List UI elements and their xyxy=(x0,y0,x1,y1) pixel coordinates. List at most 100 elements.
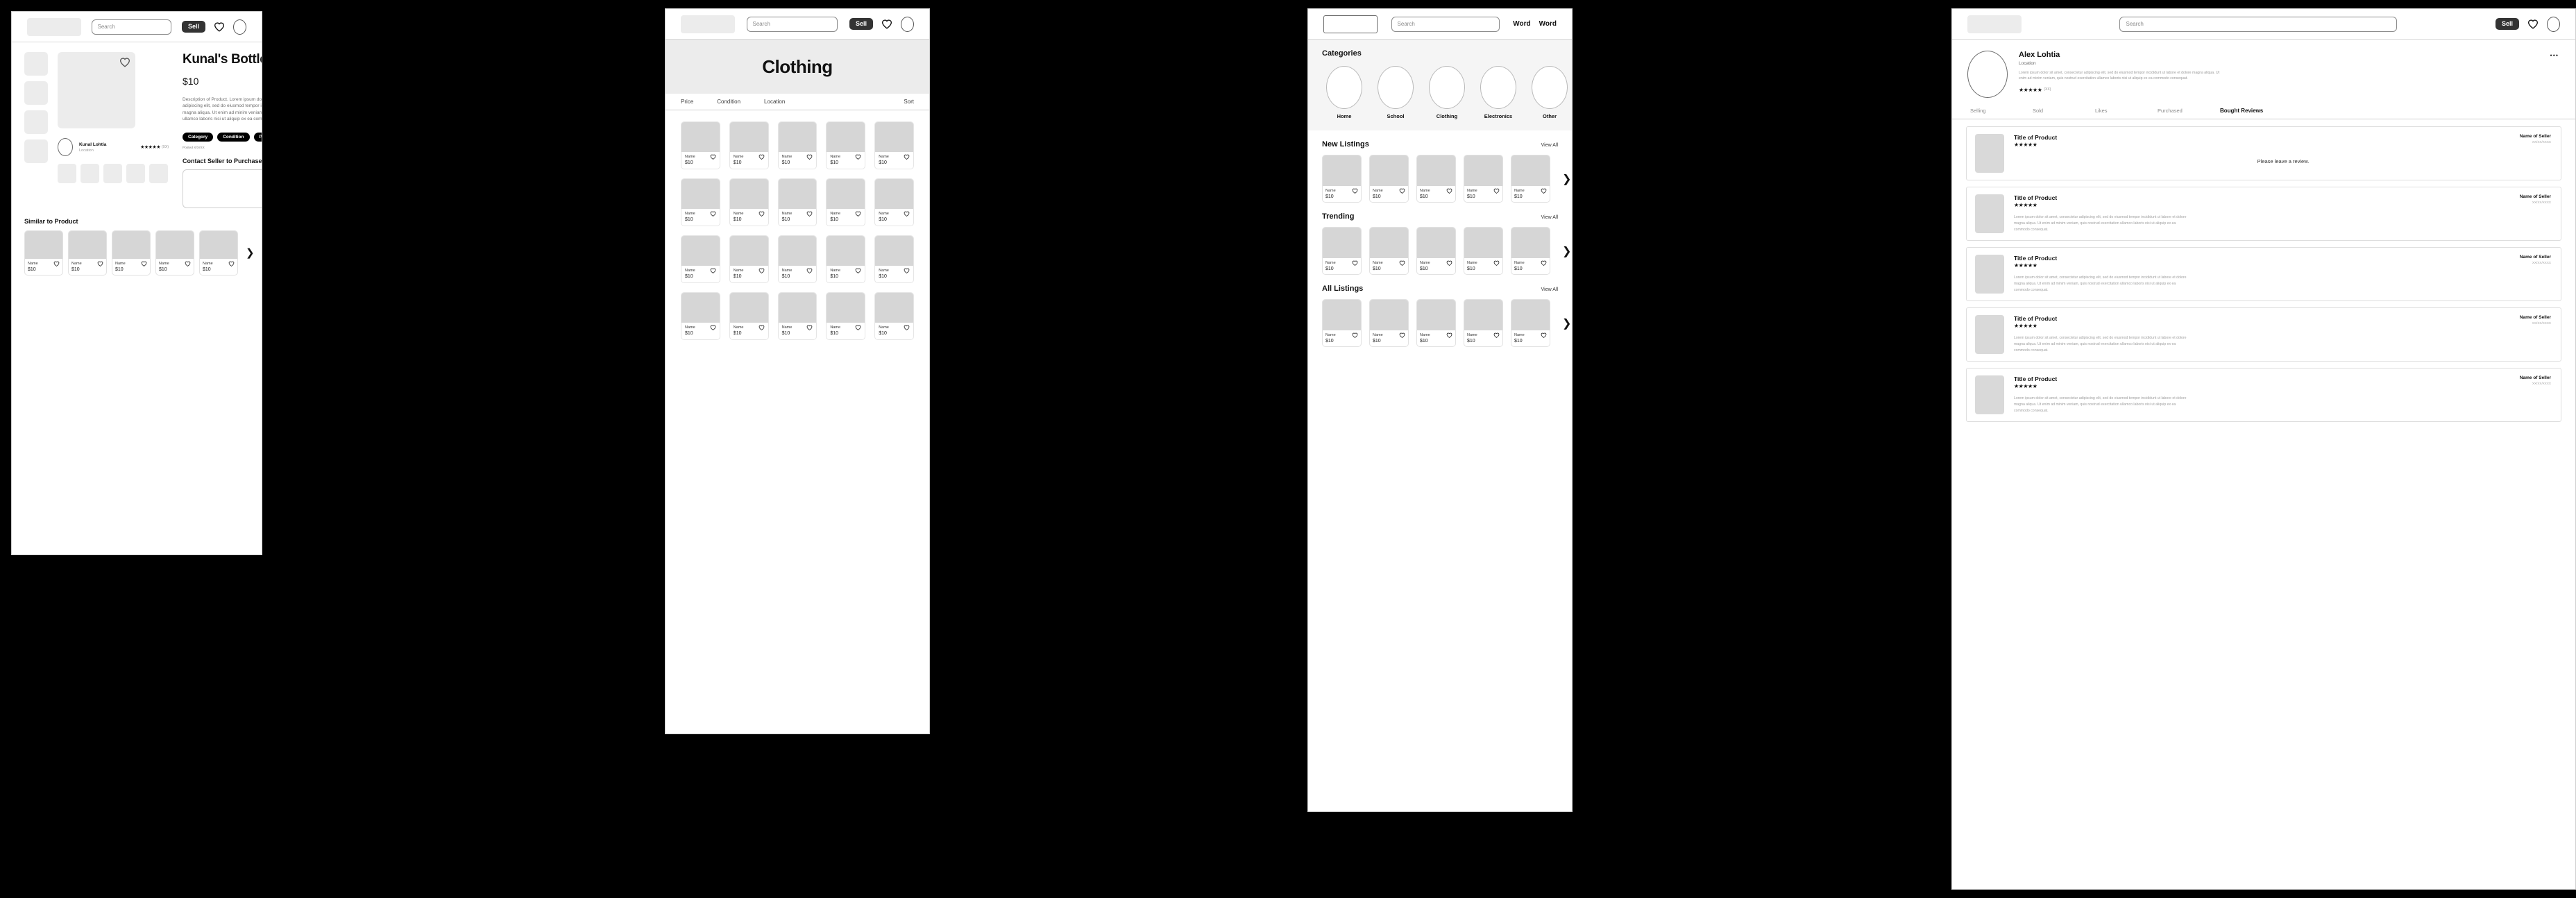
mini-listing[interactable] xyxy=(149,164,168,183)
category-item[interactable]: Clothing xyxy=(1429,66,1465,119)
listing-card[interactable]: Name $10 xyxy=(1511,155,1550,203)
heart-icon[interactable] xyxy=(710,211,716,217)
carousel-next-icon[interactable]: ❯ xyxy=(1562,244,1571,258)
chip-category[interactable]: Category xyxy=(183,132,214,142)
heart-icon[interactable] xyxy=(881,19,892,29)
nav-link-one[interactable]: Word xyxy=(1513,20,1530,28)
tab-likes[interactable]: Likes xyxy=(2095,108,2158,119)
search-input[interactable]: Search xyxy=(1391,16,1500,32)
sort-control[interactable]: Sort xyxy=(904,99,914,105)
listing-card[interactable]: Name $10 xyxy=(1322,155,1362,203)
heart-icon[interactable] xyxy=(806,211,813,217)
thumbnail-image[interactable] xyxy=(24,139,48,163)
view-all-link[interactable]: View All xyxy=(1541,287,1558,292)
logo-placeholder[interactable] xyxy=(1967,15,2022,33)
search-input[interactable]: Search xyxy=(746,16,838,32)
listing-card[interactable]: Name $10 xyxy=(1511,227,1550,275)
mini-listing[interactable] xyxy=(103,164,122,183)
thumbnail-image[interactable] xyxy=(24,81,48,105)
tab-bought-reviews[interactable]: Bought Reviews xyxy=(2220,108,2282,119)
logo-placeholder[interactable] xyxy=(1323,15,1378,33)
carousel-next-icon[interactable]: ❯ xyxy=(1562,172,1571,186)
listing-card[interactable]: Name $10 xyxy=(826,292,866,340)
heart-icon[interactable] xyxy=(1399,260,1405,266)
heart-icon[interactable] xyxy=(141,261,147,266)
listing-card[interactable]: Name $10 xyxy=(155,230,194,276)
heart-icon[interactable] xyxy=(904,268,910,273)
review-product-image[interactable] xyxy=(1975,255,2004,294)
listing-card[interactable]: Name $10 xyxy=(199,230,238,276)
listing-card[interactable]: Name $10 xyxy=(681,235,720,283)
heart-icon[interactable] xyxy=(759,325,765,330)
listing-card[interactable]: Name $10 xyxy=(68,230,107,276)
heart-icon[interactable] xyxy=(1493,260,1500,266)
sell-button[interactable]: Sell xyxy=(849,18,873,30)
listing-card[interactable]: Name $10 xyxy=(826,178,866,226)
heart-icon[interactable] xyxy=(214,22,225,32)
listing-card[interactable]: Name $10 xyxy=(1369,227,1409,275)
filter-condition[interactable]: Condition xyxy=(717,99,740,105)
account-avatar-icon[interactable] xyxy=(233,19,246,35)
category-item[interactable]: Home xyxy=(1326,66,1362,119)
listing-card[interactable]: Name $10 xyxy=(777,235,817,283)
heart-icon[interactable] xyxy=(1446,188,1452,194)
heart-icon[interactable] xyxy=(2527,19,2539,29)
heart-icon[interactable] xyxy=(97,261,103,266)
listing-card[interactable]: Name $10 xyxy=(1416,227,1456,275)
heart-icon[interactable] xyxy=(806,325,813,330)
filter-price[interactable]: Price xyxy=(681,99,693,105)
view-all-link[interactable]: View All xyxy=(1541,143,1558,148)
heart-icon[interactable] xyxy=(855,154,861,160)
category-item[interactable]: Other xyxy=(1532,66,1568,119)
heart-icon[interactable] xyxy=(710,154,716,160)
listing-card[interactable]: Name $10 xyxy=(24,230,63,276)
listing-card[interactable]: Name $10 xyxy=(777,121,817,169)
search-input[interactable]: Search xyxy=(91,19,172,35)
listing-card[interactable]: Name $10 xyxy=(1416,155,1456,203)
review-product-image[interactable] xyxy=(1975,194,2004,233)
heart-icon[interactable] xyxy=(119,57,130,67)
listing-card[interactable]: Name $10 xyxy=(874,235,914,283)
listing-card[interactable]: Name $10 xyxy=(1511,299,1550,347)
mini-listing[interactable] xyxy=(58,164,76,183)
listing-card[interactable]: Name $10 xyxy=(1464,227,1503,275)
view-all-link[interactable]: View All xyxy=(1541,215,1558,220)
heart-icon[interactable] xyxy=(1399,332,1405,338)
listing-card[interactable]: Name $10 xyxy=(1369,155,1409,203)
heart-icon[interactable] xyxy=(1446,260,1452,266)
heart-icon[interactable] xyxy=(759,154,765,160)
carousel-next-icon[interactable]: ❯ xyxy=(246,246,255,259)
heart-icon[interactable] xyxy=(806,268,813,273)
chip-pickup[interactable]: Pickup xyxy=(253,132,262,142)
thumbnail-image[interactable] xyxy=(24,52,48,76)
listing-card[interactable]: Name $10 xyxy=(874,178,914,226)
heart-icon[interactable] xyxy=(1446,332,1452,338)
filter-location[interactable]: Location xyxy=(764,99,785,105)
listing-card[interactable]: Name $10 xyxy=(1416,299,1456,347)
review-product-image[interactable] xyxy=(1975,134,2004,173)
search-input[interactable]: Search xyxy=(2119,16,2398,32)
sell-button[interactable]: Sell xyxy=(2495,18,2519,30)
tab-selling[interactable]: Selling xyxy=(1970,108,2033,119)
listing-card[interactable]: Name $10 xyxy=(729,235,769,283)
listing-card[interactable]: Name $10 xyxy=(729,121,769,169)
listing-card[interactable]: Name $10 xyxy=(681,178,720,226)
heart-icon[interactable] xyxy=(855,268,861,273)
review-product-image[interactable] xyxy=(1975,375,2004,414)
heart-icon[interactable] xyxy=(855,325,861,330)
thumbnail-image[interactable] xyxy=(24,110,48,134)
listing-card[interactable]: Name $10 xyxy=(826,235,866,283)
heart-icon[interactable] xyxy=(1352,260,1358,266)
listing-card[interactable]: Name $10 xyxy=(777,292,817,340)
heart-icon[interactable] xyxy=(710,268,716,273)
heart-icon[interactable] xyxy=(904,325,910,330)
tab-purchased[interactable]: Purchased xyxy=(2158,108,2220,119)
review-product-image[interactable] xyxy=(1975,315,2004,354)
heart-icon[interactable] xyxy=(855,211,861,217)
nav-link-two[interactable]: Word xyxy=(1539,20,1557,28)
heart-icon[interactable] xyxy=(806,154,813,160)
heart-icon[interactable] xyxy=(185,261,191,266)
heart-icon[interactable] xyxy=(1352,332,1358,338)
product-hero-image[interactable] xyxy=(58,52,135,128)
chip-condition[interactable]: Condition xyxy=(217,132,250,142)
